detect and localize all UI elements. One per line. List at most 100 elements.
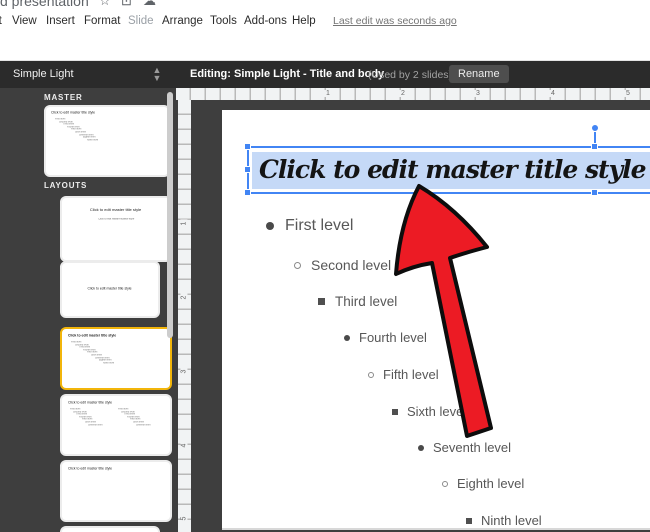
mini-line: Eighth level [99,359,125,360]
body-level-7[interactable]: Seventh level [418,440,511,455]
ruler-number: 5 [624,90,632,97]
body-level-1[interactable]: First level [266,217,353,235]
body-level-9[interactable]: Ninth level [466,513,542,528]
menu-addons[interactable]: Add-ons [240,13,291,29]
vertical-ruler: 1 2 3 4 5 [178,100,191,532]
move-folder-icon[interactable]: ⊡ [121,0,132,9]
bullet-disc-icon [418,445,424,451]
mini-line: Ninth level [87,139,117,140]
body-level-6[interactable]: Sixth level [392,404,466,419]
level-label: Third level [335,294,397,309]
bullet-disc-icon [266,222,274,230]
star-icon[interactable]: ☆ [99,0,111,9]
selection-border-bottom [247,192,650,194]
horizontal-ruler: 1 2 3 4 5 [176,88,650,100]
resize-handle-top-center[interactable] [591,143,598,150]
mini-line: Sixth level [91,354,120,355]
mini-line: Fifth level [130,418,144,419]
mini-line: First level [55,118,98,119]
mini-line: Fourth level [79,416,94,417]
document-title-row: d presentation ☆ ⊡ ☁ [0,0,650,10]
mini-line: Seventh level [79,134,113,135]
mini-line: First level [118,408,136,409]
mini-line: Fourth level [127,416,142,417]
layout-thumbnail-title-only[interactable]: Click to edit master title style [60,261,160,318]
level-label: Fourth level [359,330,427,345]
body-level-4[interactable]: Fourth level [344,330,427,345]
resize-handle-mid-left[interactable] [244,166,251,173]
ruler-number: 4 [549,90,557,97]
bullet-disc-icon [344,335,350,341]
layouts-section-label: LAYOUTS [44,181,87,190]
level-label: Eighth level [457,476,524,491]
mini-title: Click to edit master title style [68,334,163,337]
rename-button[interactable]: Rename [449,65,509,83]
body-level-5[interactable]: Fifth level [368,367,439,382]
mini-line: Third level [79,346,113,347]
bullet-square-icon [318,298,325,305]
last-edit-link[interactable]: Last edit was seconds ago [333,15,457,27]
level-label: Fifth level [383,367,439,382]
bullet-circle-icon [368,372,374,378]
mini-line: Seventh level [88,424,99,425]
mini-line: Sixth level [75,131,110,132]
layout-thumbnail-title-header[interactable]: Click to edit master title style [60,460,172,522]
mini-line: First level [71,341,108,342]
layout-thumbnail-partial[interactable] [60,526,160,532]
google-slides-window: d presentation ☆ ⊡ ☁ Edit View Insert Fo… [0,0,650,532]
mini-title: Click to edit master title style [51,111,161,114]
mini-line: Fifth level [82,418,96,419]
mini-line: Second level [121,411,138,412]
menu-slide[interactable]: Slide [124,13,158,29]
theme-name[interactable]: Simple Light [13,68,74,80]
body-level-2[interactable]: Second level [294,257,391,273]
menu-arrange[interactable]: Arrange [158,13,207,29]
layouts-sidebar: MASTER Click to edit master title style … [0,88,176,532]
editing-label: Editing: Simple Light - Title and body [190,68,384,80]
resize-handle-bottom-left[interactable] [244,189,251,196]
document-title[interactable]: d presentation [0,0,89,9]
slide-canvas-area: 1 2 3 4 5 1 2 3 4 5 Click to edit master [176,88,650,532]
mini-title: Click to edit master title style [68,467,163,470]
ruler-number: 1 [324,90,332,97]
resize-handle-top-left[interactable] [244,143,251,150]
sidebar-scrollbar[interactable] [167,92,173,338]
resize-handle-bottom-center[interactable] [591,189,598,196]
mini-title: Click to edit master title style [62,287,158,290]
level-label: Seventh level [433,440,511,455]
ruler-number: 4 [180,442,187,450]
slide-editing-surface[interactable]: Click to edit master title style First l… [222,110,650,528]
mini-line: Fourth level [83,349,115,350]
rotation-handle[interactable] [591,124,599,132]
cloud-status-icon[interactable]: ☁ [143,0,156,9]
mini-line: First level [70,408,88,409]
menu-format[interactable]: Format [80,13,124,29]
master-title-placeholder[interactable]: Click to edit master title style [252,152,650,189]
level-label: First level [285,217,353,235]
theme-sort-icon[interactable]: ▲▼ [152,66,162,82]
selection-border-top [247,146,650,148]
menu-insert[interactable]: Insert [42,13,79,29]
mini-title: Click to edit master title style [68,208,164,212]
mini-line: Third level [76,413,92,414]
menu-view[interactable]: View [8,13,41,29]
mini-line: Second level [59,121,101,122]
layout-thumbnail-title-slide[interactable]: Click to edit master title style Click t… [60,196,172,262]
level-label: Sixth level [407,404,466,419]
menu-edit[interactable]: Edit [0,13,6,29]
layout-thumbnail-title-and-body-selected[interactable]: Click to edit master title style First l… [60,327,172,390]
menu-help[interactable]: Help [288,13,320,29]
layout-thumbnail-two-columns[interactable]: Click to edit master title style First l… [60,394,172,456]
toolbar: Lobster − 28 + B I U A [0,31,650,61]
mini-line: Third level [63,123,103,124]
slide-bottom-edge [222,528,650,530]
body-level-8[interactable]: Eighth level [442,476,524,491]
master-thumbnail[interactable]: Click to edit master title style First l… [44,105,170,177]
mini-line: Eighth level [83,136,115,137]
ruler-number: 5 [180,515,187,523]
mini-line: Fifth level [87,351,118,352]
menu-tools[interactable]: Tools [206,13,241,29]
ruler-number: 3 [474,90,482,97]
body-level-3[interactable]: Third level [318,294,397,309]
mini-line: Seventh level [136,424,147,425]
